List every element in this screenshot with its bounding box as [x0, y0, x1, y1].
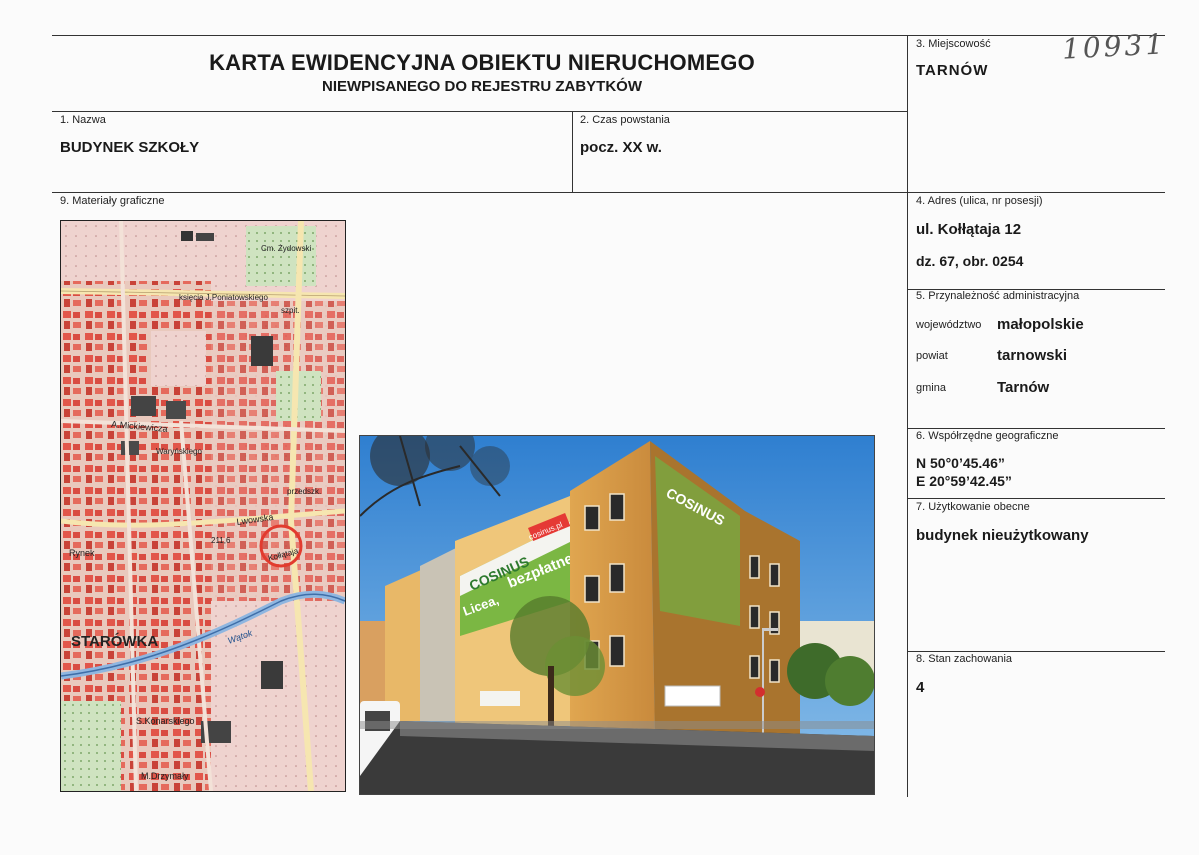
row2-bottom-border — [52, 192, 1165, 193]
center-divider — [572, 111, 573, 192]
document-title: KARTA EWIDENCYJNA OBIEKTU NIERUCHOMEGO — [209, 50, 755, 75]
powiat-value: tarnowski — [997, 347, 1068, 364]
map-label-warynskiego: Waryńskiego — [156, 447, 202, 456]
map-label-konarskiego: S.Konarskiego — [136, 716, 195, 726]
nazwa-value: BUDYNEK SZKOŁY — [60, 139, 200, 156]
uzytkowanie-value: budynek nieużytkowany — [916, 527, 1089, 544]
sep-7 — [907, 498, 1165, 499]
map-label-rynek: Rynek — [69, 548, 95, 558]
wojewodztwo-value: małopolskie — [997, 316, 1084, 333]
right-column-divider — [907, 35, 908, 797]
map-label-starowka: STARÓWKA — [71, 632, 158, 650]
miejscowosc-label: 3. Miejscowość — [916, 38, 991, 50]
map-label-height: 211,6 — [211, 536, 231, 545]
uzytkowanie-label: 7. Użytkowanie obecne — [916, 501, 1030, 513]
location-map: STARÓWKA księcia J.Poniatowskiego A.Mick… — [60, 220, 346, 792]
map-label-poniatowskiego: księcia J.Poniatowskiego — [179, 293, 268, 302]
map-label-szpit: szpit. — [281, 306, 300, 315]
gmina-value: Tarnów — [997, 379, 1050, 396]
nazwa-label: 1. Nazwa — [60, 114, 106, 126]
stan-label: 8. Stan zachowania — [916, 653, 1013, 665]
map-label-cm-zydowski: Cm. Żydowski — [261, 244, 311, 253]
top-border — [52, 35, 1165, 36]
gmina-label: gmina — [916, 382, 946, 394]
wspolrzedne-label: 6. Współrzędne geograficzne — [916, 430, 1059, 442]
stan-value: 4 — [916, 679, 925, 696]
materialy-label: 9. Materiały graficzne — [60, 195, 165, 207]
adres-line2: dz. 67, obr. 0254 — [916, 253, 1024, 269]
map-label-przedszk: przedszk. — [287, 487, 321, 496]
document-subtitle: NIEWPISANEGO DO REJESTRU ZABYTKÓW — [321, 78, 643, 95]
wojewodztwo-label: województwo — [916, 319, 982, 331]
przynaleznosc-label: 5. Przynależność administracyjna — [916, 290, 1080, 302]
adres-line1: ul. Kołłątaja 12 — [916, 221, 1022, 238]
header-bottom-border — [52, 111, 907, 112]
czas-label: 2. Czas powstania — [580, 114, 670, 126]
czas-value: pocz. XX w. — [580, 139, 662, 156]
powiat-label: powiat — [916, 350, 948, 362]
map-label-drzymaly: M.Drzymały — [141, 771, 189, 781]
sep-8 — [907, 651, 1165, 652]
coord-e: E 20°59’42.45” — [916, 473, 1012, 489]
adres-label: 4. Adres (ulica, nr posesji) — [916, 195, 1043, 207]
handwritten-number: 10931 — [1061, 27, 1167, 66]
sep-6 — [907, 428, 1165, 429]
coord-n: N 50°0’45.46” — [916, 455, 1005, 471]
miejscowosc-value: TARNÓW — [916, 62, 989, 79]
building-photo: COSINUS bezpłatne! Licea, cosinus.pl COS… — [359, 435, 875, 795]
